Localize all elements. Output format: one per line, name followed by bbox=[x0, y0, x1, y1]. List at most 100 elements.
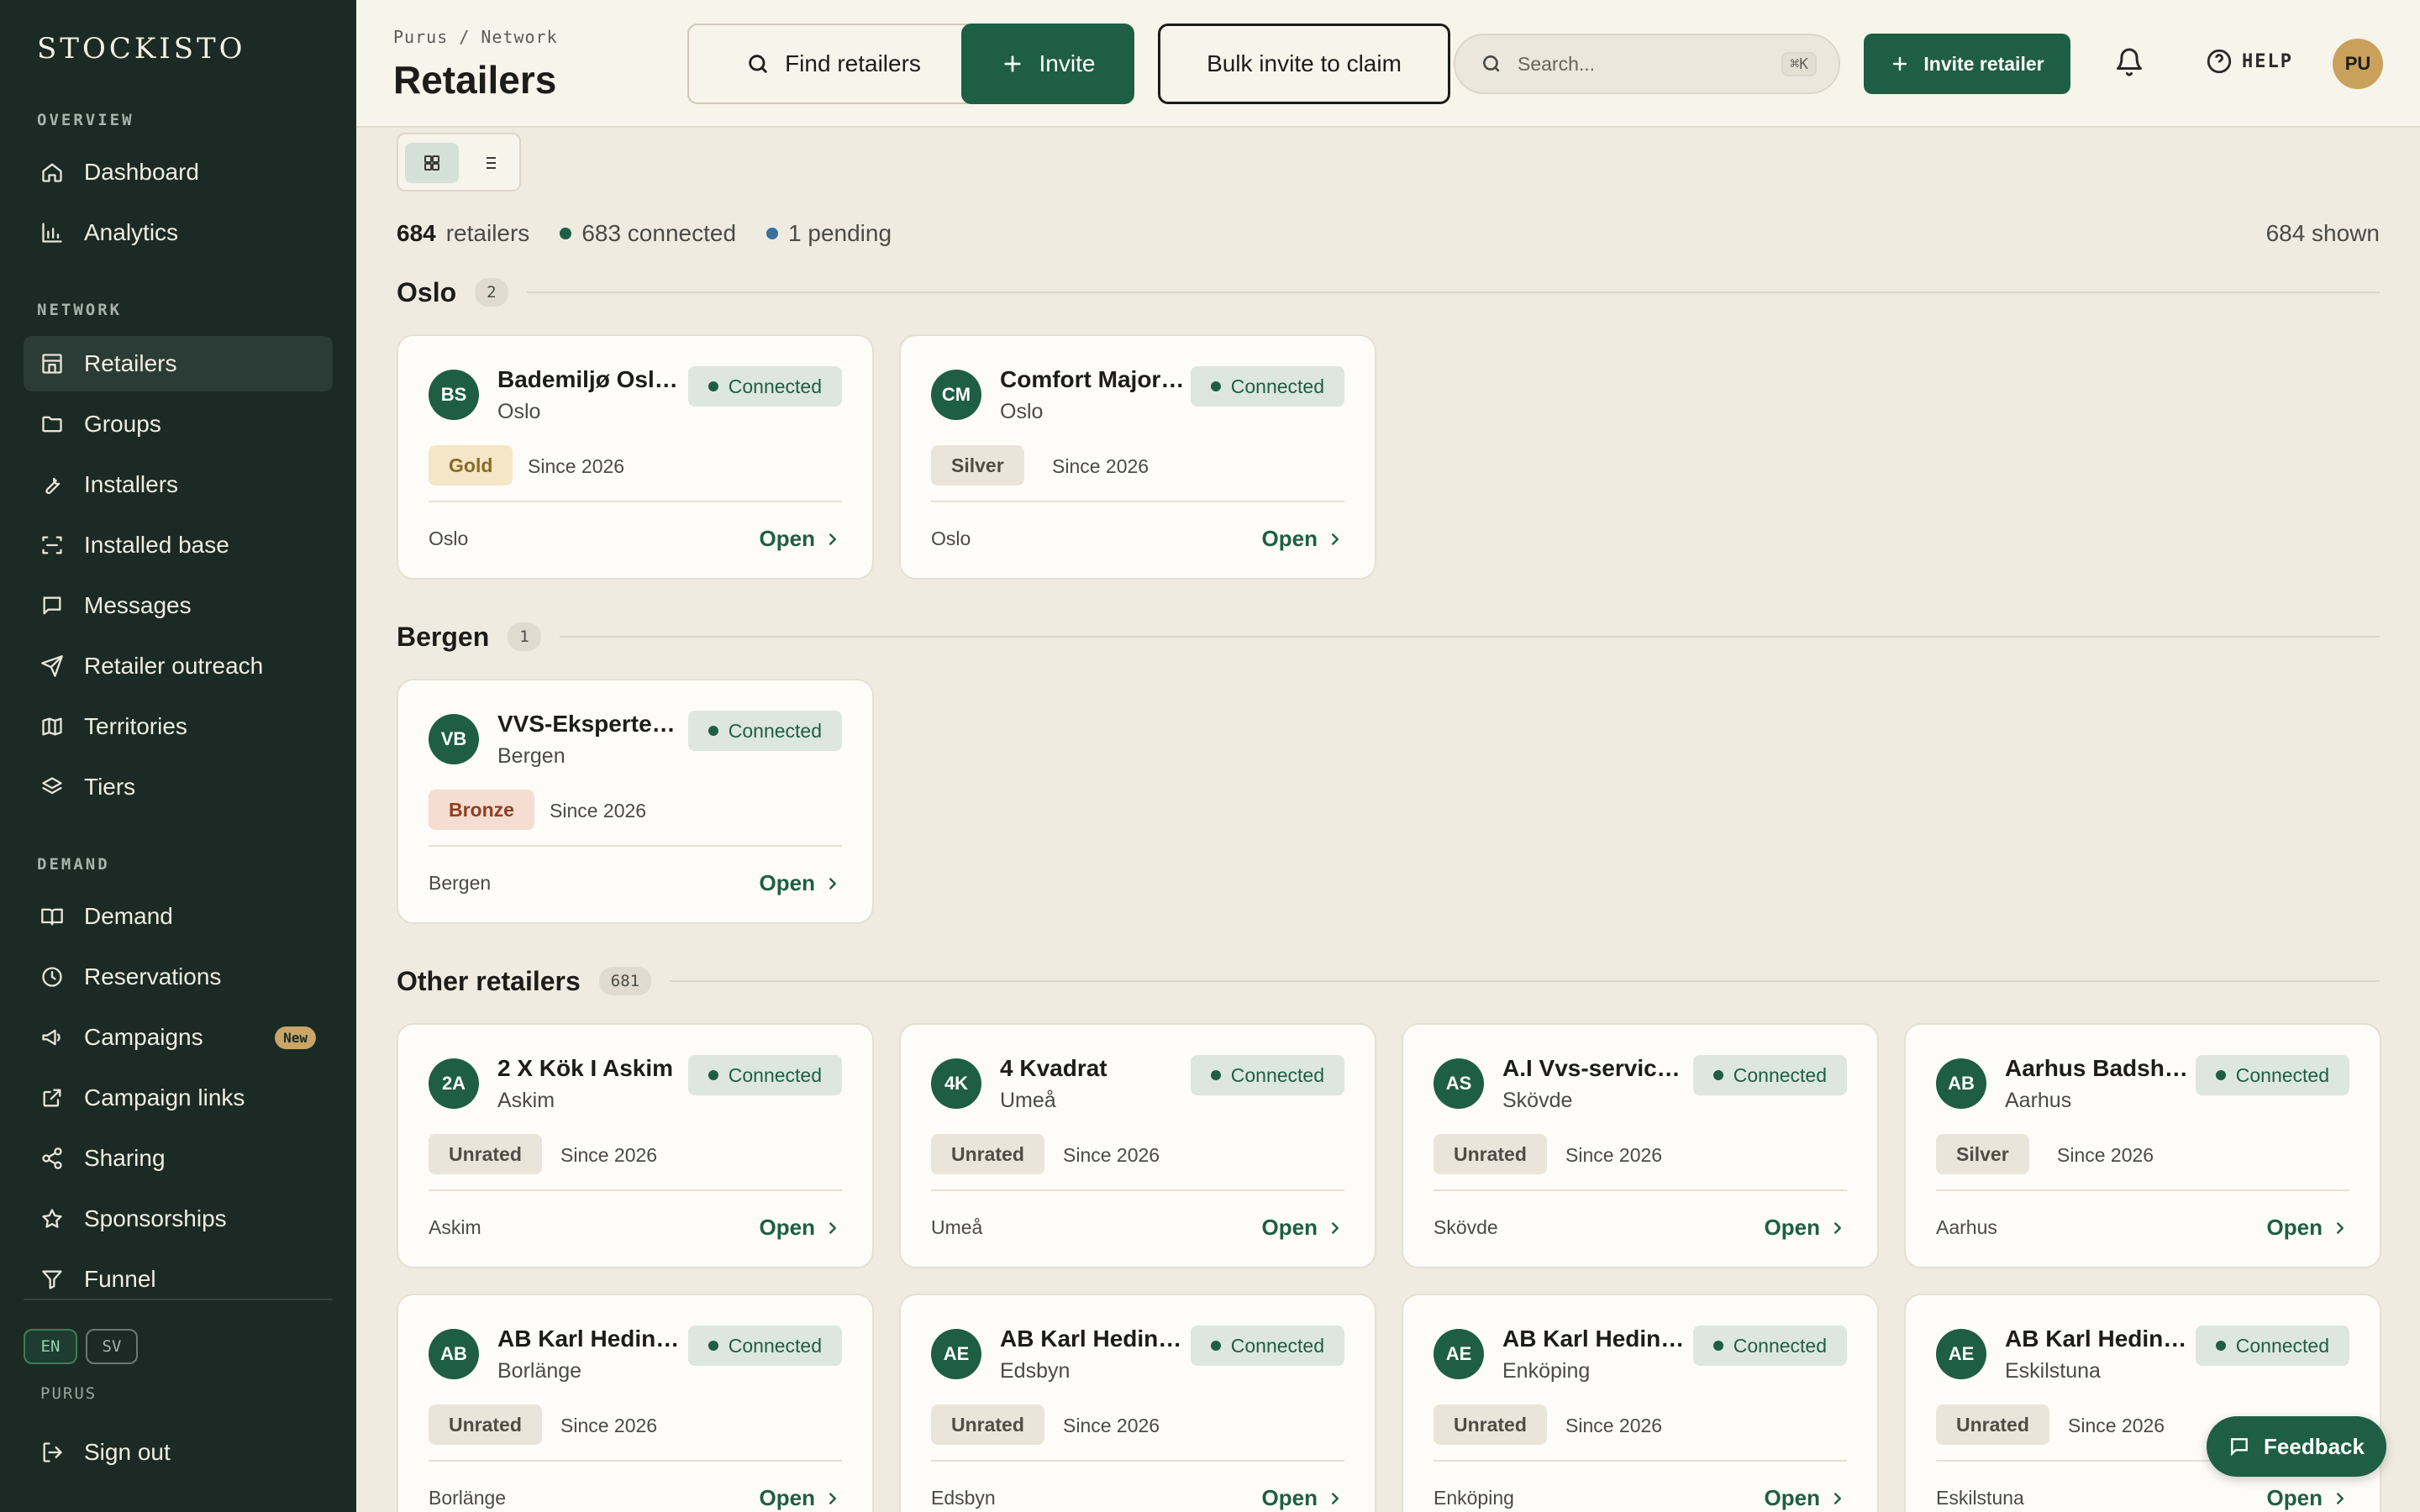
sidebar-item-label: Retailer outreach bbox=[84, 653, 264, 679]
retailer-name: VVS-Eksperten Bergen bbox=[497, 711, 686, 737]
search-icon bbox=[1483, 55, 1500, 72]
connected-dot-icon bbox=[560, 228, 572, 239]
grid-view-button[interactable] bbox=[405, 143, 459, 183]
since-label: Since 2026 bbox=[1063, 1144, 1160, 1166]
retailer-city: Skövde bbox=[1502, 1089, 1573, 1112]
sidebar: STOCKISTO OVERVIEW Dashboard Analytics N… bbox=[0, 0, 356, 1512]
sidebar-item-campaign-links[interactable]: Campaign links bbox=[24, 1070, 333, 1126]
view-toggle bbox=[397, 133, 521, 192]
breadcrumb[interactable]: Purus / Network bbox=[393, 27, 558, 47]
open-retailer-link[interactable]: Open bbox=[1262, 526, 1344, 552]
sidebar-item-installers[interactable]: Installers bbox=[24, 457, 333, 512]
open-retailer-link[interactable]: Open bbox=[1262, 1215, 1344, 1241]
sidebar-item-tiers[interactable]: Tiers bbox=[24, 759, 333, 815]
user-avatar[interactable]: PU bbox=[2333, 39, 2383, 89]
sidebar-item-installed-base[interactable]: Installed base bbox=[24, 517, 333, 573]
open-retailer-link[interactable]: Open bbox=[760, 526, 842, 552]
since-label: Since 2026 bbox=[1052, 455, 1150, 477]
tier-badge: Unrated bbox=[429, 1404, 542, 1445]
app-logo[interactable]: STOCKISTO bbox=[37, 32, 246, 66]
list-icon bbox=[482, 157, 496, 169]
chevron-right-icon bbox=[829, 877, 836, 890]
sidebar-item-reservations[interactable]: Reservations bbox=[24, 949, 333, 1005]
status-badge: Connected bbox=[687, 1055, 842, 1095]
chevron-right-icon bbox=[829, 1221, 836, 1234]
retailer-name: AB Karl Hedin Bygghandel bbox=[1000, 1326, 1188, 1352]
status-label: Connected bbox=[1733, 1063, 1827, 1086]
retailer-card[interactable]: AB AB Karl Hedin Bygghandel Borlänge Con… bbox=[397, 1294, 874, 1512]
retailer-card[interactable]: AE AB Karl Hedin Bygghandel Edsbyn Conne… bbox=[899, 1294, 1376, 1512]
shown-count: 684 shown bbox=[2265, 220, 2380, 246]
find-retailers-button[interactable]: Find retailers bbox=[687, 24, 980, 104]
help-button[interactable]: HELP bbox=[2205, 47, 2293, 76]
status-label: Connected bbox=[1230, 1334, 1324, 1357]
bulk-invite-button[interactable]: Bulk invite to claim bbox=[1158, 24, 1450, 104]
status-badge: Connected bbox=[2195, 1326, 2349, 1366]
sidebar-item-campaigns[interactable]: Campaigns New bbox=[24, 1010, 333, 1065]
retailer-card[interactable]: AE AB Karl Hedin Bygghandel Enköping Con… bbox=[1402, 1294, 1879, 1512]
retailer-location: Borlänge bbox=[429, 1487, 507, 1509]
sign-out-button[interactable]: Sign out bbox=[24, 1425, 333, 1480]
retailer-card[interactable]: AS A.I Vvs-service AB Skövde Connected U… bbox=[1402, 1023, 1879, 1268]
retailer-location: Oslo bbox=[931, 528, 971, 549]
invite-label: Invite bbox=[1039, 50, 1096, 76]
open-retailer-link[interactable]: Open bbox=[1765, 1485, 1847, 1511]
sidebar-item-territories[interactable]: Territories bbox=[24, 699, 333, 754]
tier-badge: Unrated bbox=[429, 1134, 542, 1174]
message-icon bbox=[2231, 1438, 2248, 1457]
open-retailer-link[interactable]: Open bbox=[760, 1485, 842, 1511]
open-label: Open bbox=[759, 870, 815, 895]
tier-badge: Unrated bbox=[1434, 1404, 1547, 1445]
retailer-card[interactable]: CM Comfort Majorstuen Oslo Connected Sil… bbox=[899, 334, 1376, 580]
card-divider bbox=[931, 501, 1344, 502]
status-badge: Connected bbox=[1190, 366, 1344, 407]
status-dot-icon bbox=[708, 1341, 718, 1351]
search-icon bbox=[749, 55, 767, 73]
connected-count: 683 connected bbox=[581, 220, 737, 246]
since-label: Since 2026 bbox=[1565, 1415, 1663, 1436]
open-retailer-link[interactable]: Open bbox=[2267, 1215, 2349, 1241]
sidebar-item-groups[interactable]: Groups bbox=[24, 396, 333, 452]
since-label: Since 2026 bbox=[1063, 1415, 1160, 1436]
open-retailer-link[interactable]: Open bbox=[1765, 1215, 1847, 1241]
top-header: Purus / Network Retailers Find retailers… bbox=[356, 0, 2420, 128]
section-label-demand: DEMAND bbox=[37, 855, 110, 874]
sidebar-item-analytics[interactable]: Analytics bbox=[24, 205, 333, 260]
language-sv-button[interactable]: SV bbox=[86, 1329, 138, 1364]
sidebar-item-label: Sponsorships bbox=[84, 1205, 227, 1231]
notifications-button[interactable] bbox=[2114, 47, 2144, 77]
sidebar-item-demand[interactable]: Demand bbox=[24, 889, 333, 944]
sidebar-item-sharing[interactable]: Sharing bbox=[24, 1131, 333, 1186]
card-divider bbox=[931, 1189, 1344, 1191]
retailer-card[interactable]: 2A 2 X Kök I Askim Askim Connected Unrat… bbox=[397, 1023, 874, 1268]
retailer-city: Eskilstuna bbox=[2005, 1359, 2101, 1383]
open-retailer-link[interactable]: Open bbox=[760, 1215, 842, 1241]
sidebar-item-dashboard[interactable]: Dashboard bbox=[24, 144, 333, 200]
retailer-city: Oslo bbox=[497, 400, 541, 423]
sidebar-item-retailers[interactable]: Retailers bbox=[24, 336, 333, 391]
status-dot-icon bbox=[1712, 1070, 1723, 1080]
tier-badge: Unrated bbox=[931, 1404, 1044, 1445]
sidebar-item-retailer-outreach[interactable]: Retailer outreach bbox=[24, 638, 333, 694]
retailer-card[interactable]: AE AB Karl Hedin Bygghandel Eskilstuna C… bbox=[1904, 1294, 2381, 1512]
retailer-card[interactable]: BS Bademiljø Oslo Sentrum Oslo Connected… bbox=[397, 334, 874, 580]
retailer-name: AB Karl Hedin Bygghandel bbox=[1502, 1326, 1691, 1352]
open-retailer-link[interactable]: Open bbox=[760, 870, 842, 896]
feedback-button[interactable]: Feedback bbox=[2207, 1416, 2386, 1477]
retailer-card[interactable]: 4K 4 Kvadrat Umeå Connected Unrated Sinc… bbox=[899, 1023, 1376, 1268]
retailer-card[interactable]: AB Aarhus Badshop Aarhus Connected Silve… bbox=[1904, 1023, 2381, 1268]
sidebar-item-messages[interactable]: Messages bbox=[24, 578, 333, 633]
open-retailer-link[interactable]: Open bbox=[2267, 1485, 2349, 1511]
search-input[interactable]: Search... ⌘K bbox=[1454, 34, 1840, 94]
sidebar-item-sponsorships[interactable]: Sponsorships bbox=[24, 1191, 333, 1247]
open-retailer-link[interactable]: Open bbox=[1262, 1485, 1344, 1511]
language-en-button[interactable]: EN bbox=[24, 1329, 77, 1364]
clock-icon bbox=[40, 965, 64, 989]
invite-button[interactable]: Invite bbox=[961, 24, 1134, 104]
section-label-network: NETWORK bbox=[37, 301, 123, 319]
invite-retailer-button[interactable]: Invite retailer bbox=[1864, 34, 2070, 94]
retailer-city: Enköping bbox=[1502, 1359, 1591, 1383]
since-label: Since 2026 bbox=[560, 1144, 658, 1166]
retailer-card[interactable]: VB VVS-Eksperten Bergen Bergen Connected… bbox=[397, 679, 874, 924]
list-view-button[interactable] bbox=[462, 143, 516, 183]
